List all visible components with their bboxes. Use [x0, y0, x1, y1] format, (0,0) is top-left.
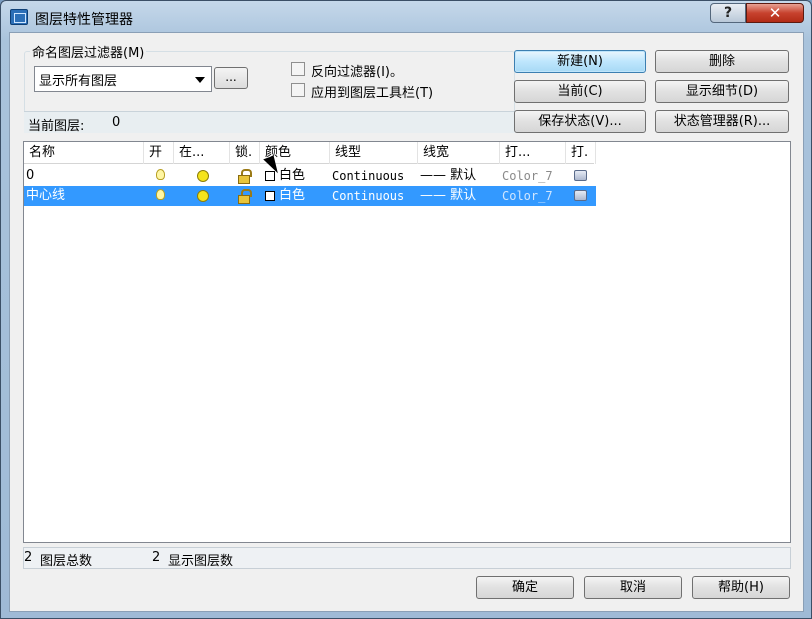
checkbox-icon[interactable]: [291, 83, 305, 97]
sun-icon[interactable]: [197, 170, 209, 182]
layer-name: 0: [26, 168, 35, 183]
shown-layer-count: 2: [152, 550, 161, 565]
layer-linetype[interactable]: Continuous: [332, 186, 404, 206]
chevron-down-icon: [195, 77, 205, 83]
unlock-icon[interactable]: [238, 189, 252, 204]
lightbulb-icon[interactable]: [156, 189, 165, 200]
shown-layer-label: 显示图层数: [168, 554, 234, 569]
current-layer-value: 0: [112, 115, 121, 130]
close-button[interactable]: ✕: [746, 3, 804, 23]
layer-name: 中心线: [26, 188, 66, 203]
layer-lineweight[interactable]: —— 默认: [420, 166, 476, 186]
printer-icon[interactable]: [574, 170, 587, 181]
layer-manager-window: 图层特性管理器 ? ✕ 命名图层过滤器(M) 显示所有图层 ... 反向过滤器(…: [0, 0, 812, 619]
current-layer-label: 当前图层:: [28, 119, 85, 134]
layer-linetype[interactable]: Continuous: [332, 166, 404, 186]
current-layer-bar: 当前图层: 0: [24, 111, 515, 134]
column-header-linetype[interactable]: 线型: [330, 142, 418, 164]
column-header-lineweight[interactable]: 线宽: [418, 142, 500, 164]
total-layer-count: 2: [24, 550, 33, 565]
total-layer-label: 图层总数: [40, 554, 93, 569]
printer-icon[interactable]: [574, 190, 587, 201]
filter-group-label: 命名图层过滤器(M): [30, 42, 147, 61]
unlock-icon[interactable]: [238, 169, 252, 184]
layer-plotstyle[interactable]: Color_7: [502, 166, 553, 186]
title-bar[interactable]: 图层特性管理器 ? ✕: [1, 1, 811, 33]
delete-layer-button[interactable]: 删除: [655, 50, 789, 73]
state-manager-button[interactable]: 状态管理器(R)...: [655, 110, 789, 133]
layer-list[interactable]: 名称 开 在... 锁. 颜色 线型 线宽 打... 打. 0 白色 Conti…: [23, 141, 791, 543]
layer-plotstyle[interactable]: Color_7: [502, 186, 553, 206]
set-current-button[interactable]: 当前(C): [514, 80, 646, 103]
column-header-on[interactable]: 开: [144, 142, 174, 164]
column-header-lock[interactable]: 锁.: [230, 142, 260, 164]
color-swatch[interactable]: [265, 191, 275, 201]
layer-row[interactable]: 0 白色 Continuous —— 默认 Color_7: [24, 166, 596, 186]
column-header-plotstyle[interactable]: 打...: [500, 142, 566, 164]
filter-combo-value: 显示所有图层: [39, 74, 118, 89]
layer-color[interactable]: 白色: [279, 166, 305, 186]
window-title: 图层特性管理器: [35, 12, 133, 28]
layer-lineweight[interactable]: —— 默认: [420, 186, 476, 206]
ok-button[interactable]: 确定: [476, 576, 574, 599]
dialog-client: 命名图层过滤器(M) 显示所有图层 ... 反向过滤器(I)。 应用到图层工具栏…: [9, 32, 804, 612]
filter-combo[interactable]: 显示所有图层: [34, 66, 212, 92]
column-header-freeze[interactable]: 在...: [174, 142, 230, 164]
invert-filter-label: 反向过滤器(I)。: [311, 65, 403, 80]
apply-toolbar-label: 应用到图层工具栏(T): [311, 86, 434, 101]
sun-icon[interactable]: [197, 190, 209, 202]
cancel-button[interactable]: 取消: [584, 576, 682, 599]
layer-list-header: 名称 开 在... 锁. 颜色 线型 线宽 打... 打.: [24, 142, 596, 164]
status-bar: 2 图层总数 2 显示图层数: [23, 547, 791, 569]
layer-color[interactable]: 白色: [279, 186, 305, 206]
new-layer-button[interactable]: 新建(N): [514, 50, 646, 73]
checkbox-icon[interactable]: [291, 62, 305, 76]
save-state-button[interactable]: 保存状态(V)...: [514, 110, 646, 133]
column-header-name[interactable]: 名称: [24, 142, 144, 164]
show-details-button[interactable]: 显示细节(D): [655, 80, 789, 103]
column-header-plot[interactable]: 打.: [566, 142, 596, 164]
layer-row[interactable]: 中心线 白色 Continuous —— 默认 Color_7: [24, 186, 596, 206]
help-title-button[interactable]: ?: [710, 3, 746, 23]
filter-browse-button[interactable]: ...: [214, 67, 248, 89]
lightbulb-icon[interactable]: [156, 169, 165, 180]
help-button[interactable]: 帮助(H): [692, 576, 790, 599]
app-icon: [10, 9, 28, 25]
